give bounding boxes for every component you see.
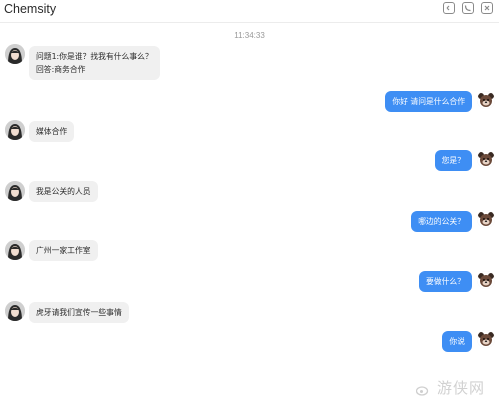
contact-avatar[interactable] — [5, 44, 25, 64]
weibo-icon — [416, 386, 429, 396]
message-line: 回答:商务合作 — [36, 65, 86, 74]
close-icon[interactable] — [481, 2, 493, 14]
message-line: 问题1:你是谁？找我有什么事么？ — [36, 52, 153, 61]
contact-avatar[interactable] — [5, 240, 25, 260]
message-bubble-right: 哪边的公关？ — [411, 211, 472, 232]
user-avatar[interactable] — [477, 210, 495, 228]
message-bubble-left: 虎牙请我们宣传一些事情 — [29, 302, 129, 323]
header-actions — [443, 2, 493, 14]
phone-icon[interactable] — [462, 2, 474, 14]
message-bubble-right: 你说 — [442, 331, 472, 352]
timestamp: 11:34:33 — [234, 31, 265, 40]
message-bubble-left: 我是公关的人员 — [29, 181, 98, 202]
message-bubble-right: 您是？ — [434, 150, 472, 171]
message-bubble-left: 媒体合作 — [29, 121, 75, 142]
message-bubble-right: 你好 请问是什么合作 — [385, 91, 472, 112]
user-avatar[interactable] — [477, 271, 495, 289]
window-title: Chemsity — [4, 2, 57, 16]
chat-header: Chemsity — [0, 0, 499, 23]
message-bubble-right: 要做什么？ — [419, 271, 472, 292]
user-avatar[interactable] — [477, 150, 495, 168]
minimize-icon[interactable] — [443, 2, 455, 14]
user-avatar[interactable] — [477, 91, 495, 109]
contact-avatar[interactable] — [5, 301, 25, 321]
message-bubble-left: 广州一家工作室 — [29, 240, 98, 261]
message-bubble-left: 问题1:你是谁？找我有什么事么？ 回答:商务合作 — [29, 46, 160, 80]
contact-avatar[interactable] — [5, 181, 25, 201]
watermark: 游侠网 — [436, 379, 485, 397]
user-avatar[interactable] — [477, 330, 495, 348]
contact-avatar[interactable] — [5, 120, 25, 140]
